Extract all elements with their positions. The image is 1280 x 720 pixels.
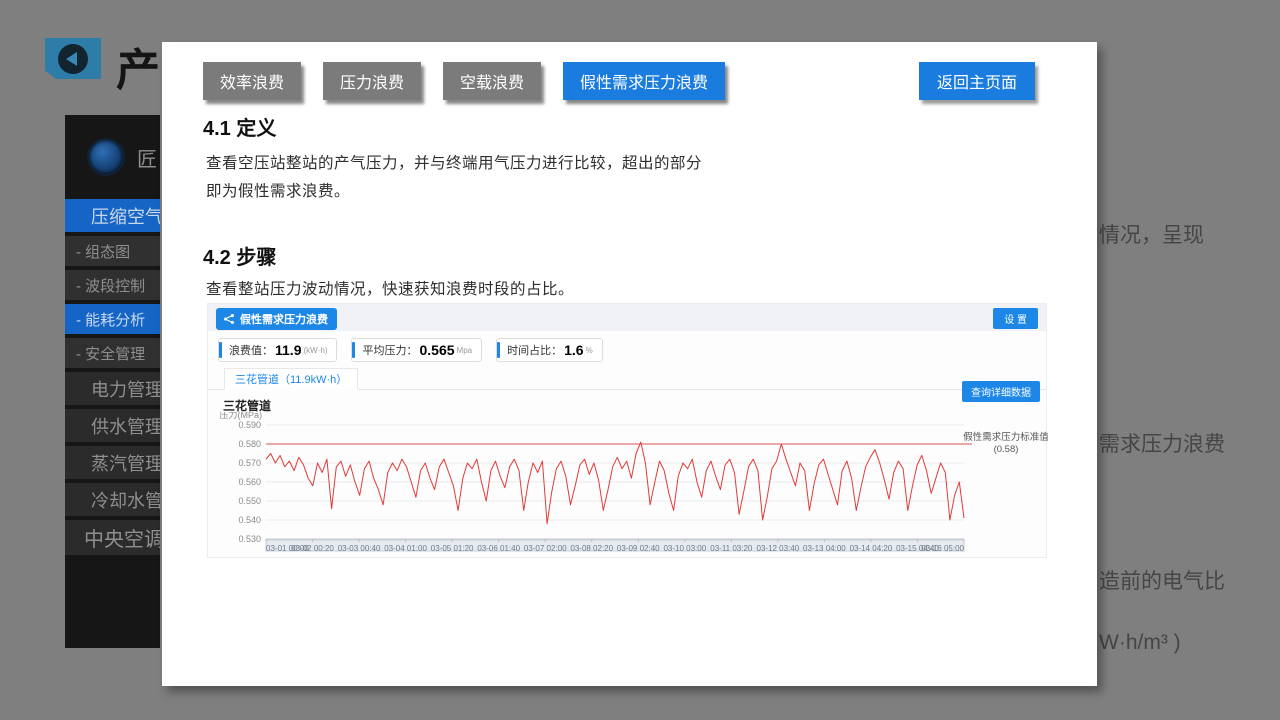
pressure-line-chart: 压力(MPa)0.590 0.580 0.570 0.560 0.550 0.540 0.5… (208, 412, 1048, 559)
settings-button[interactable]: 设 置 (993, 308, 1038, 329)
x-tick-label: 03-07 02:00 (524, 544, 567, 553)
embedded-screenshot: 假性需求压力浪费 设 置 浪费值：11.9(kW·h) 平均压力：0.565Mpa… (207, 303, 1047, 558)
sidebar-item[interactable]: 中央空调管理 (65, 520, 160, 555)
pipe-tabbar: 三花管道（11.9kW·h） (208, 368, 1046, 390)
threshold-value-label: (0.58) (994, 444, 1019, 455)
stat-accent-bar (352, 342, 355, 358)
return-home-button[interactable]: 返回主页面 (919, 62, 1035, 100)
section-heading-steps: 4.2 步骤 (203, 241, 276, 270)
sidebar-menu: 压缩空气 - 组态图 - 波段控制 - 能耗分析 - 安全管理电力管理供水管理蒸汽管理冷… (65, 199, 160, 555)
clipped-text-fragment: 情况，呈现 (1099, 219, 1204, 249)
content-panel: 效率浪费压力浪费空载浪费假性需求压力浪费 返回主页面 4.1 定义 查看空压站整… (162, 42, 1097, 686)
stat-label: 平均压力： (362, 342, 417, 358)
y-tick-label: 0.570 (238, 458, 261, 468)
stat-value: 0.565 (419, 342, 454, 358)
stat-accent-bar (497, 342, 500, 358)
sidebar-logo-label: 匠 (137, 143, 157, 172)
screenshot-title-badge: 假性需求压力浪费 (216, 308, 337, 330)
x-tick-label: 03-04 01:00 (384, 544, 427, 553)
sidebar-item[interactable]: 蒸汽管理 (65, 446, 160, 479)
x-tick-label: 03-09 02:40 (617, 544, 660, 553)
pressure-series-line (266, 442, 964, 524)
stat-card: 平均压力：0.565Mpa (351, 338, 482, 362)
waste-tab[interactable]: 假性需求压力浪费 (563, 62, 725, 100)
definition-text-line2: 即为假性需求浪费。 (206, 179, 350, 201)
y-tick-label: 0.540 (238, 515, 261, 525)
threshold-label: 假性需求压力标准值 (963, 431, 1048, 443)
x-tick-label: 03-13 04:00 (803, 544, 846, 553)
sidebar-item[interactable]: 冷却水管理 (65, 483, 160, 516)
stat-value: 1.6 (564, 342, 583, 358)
sidebar-item[interactable]: - 组态图 (65, 236, 160, 266)
screenshot-title: 假性需求压力浪费 (240, 311, 328, 327)
clipped-text-fragment: W·h/m³ ) (1099, 631, 1181, 655)
stat-accent-bar (219, 342, 222, 358)
stat-value: 11.9 (275, 342, 301, 358)
waste-tab[interactable]: 空载浪费 (443, 62, 541, 100)
stat-card: 浪费值：11.9(kW·h) (218, 338, 337, 362)
share-network-icon (223, 313, 235, 325)
x-tick-label: 03-02 00:20 (291, 544, 334, 553)
steps-text: 查看整站压力波动情况，快速获知浪费时段的占比。 (206, 277, 574, 299)
back-button[interactable] (45, 38, 101, 79)
clipped-text-fragment: 需求压力浪费 (1099, 428, 1225, 458)
x-tick-label: 03-11 03:20 (710, 544, 753, 553)
y-axis-label: 压力(MPa) (220, 412, 263, 420)
stat-card: 时间占比：1.6% (496, 338, 603, 362)
sidebar-item[interactable]: 电力管理 (65, 372, 160, 405)
clipped-text-fragment: 造前的电气比 (1099, 565, 1225, 595)
x-tick-label: 03-08 02:20 (570, 544, 613, 553)
x-tick-label: 03-12 03:40 (757, 544, 800, 553)
x-tick-label: 03-14 04:20 (850, 544, 893, 553)
stat-unit: % (586, 346, 593, 355)
waste-tab[interactable]: 压力浪费 (323, 62, 421, 100)
stats-row: 浪费值：11.9(kW·h) 平均压力：0.565Mpa 时间占比：1.6% (218, 338, 603, 362)
x-tick-label: 03-05 01:20 (431, 544, 474, 553)
y-tick-label: 0.530 (238, 534, 261, 544)
x-tick-label: 03-03 00:40 (338, 544, 381, 553)
back-arrow-icon (58, 44, 88, 74)
waste-tab[interactable]: 效率浪费 (203, 62, 301, 100)
sidebar-item[interactable]: 供水管理 (65, 409, 160, 442)
sidebar-logo-row: 匠 (65, 115, 160, 199)
sidebar: 匠 压缩空气 - 组态图 - 波段控制 - 能耗分析 - 安全管理电力管理供水管理蒸汽管… (65, 115, 160, 648)
app-logo-icon (87, 138, 125, 176)
definition-text-line1: 查看空压站整站的产气压力，并与终端用气压力进行比较，超出的部分 (206, 151, 702, 173)
stat-unit: (kW·h) (303, 346, 327, 355)
waste-tabs: 效率浪费压力浪费空载浪费假性需求压力浪费 (203, 62, 725, 100)
x-tick-label: 03-10 03:00 (663, 544, 706, 553)
sidebar-item[interactable]: - 能耗分析 (65, 304, 160, 334)
stat-label: 浪费值： (229, 342, 273, 358)
x-tick-label: 03-16 05:00 (921, 544, 964, 553)
x-tick-label: 03-06 01:40 (477, 544, 520, 553)
y-tick-label: 0.590 (238, 420, 261, 430)
sidebar-item[interactable]: - 波段控制 (65, 270, 160, 300)
stat-label: 时间占比： (507, 342, 562, 358)
y-tick-label: 0.550 (238, 496, 261, 506)
sidebar-item[interactable]: - 安全管理 (65, 338, 160, 368)
pipe-tab[interactable]: 三花管道（11.9kW·h） (224, 368, 358, 390)
stat-unit: Mpa (457, 346, 473, 355)
section-heading-definition: 4.1 定义 (203, 112, 276, 141)
query-detail-button[interactable]: 查询详细数据 (962, 381, 1040, 402)
sidebar-item[interactable]: 压缩空气 (65, 199, 160, 232)
y-tick-label: 0.580 (238, 439, 261, 449)
y-tick-label: 0.560 (238, 477, 261, 487)
